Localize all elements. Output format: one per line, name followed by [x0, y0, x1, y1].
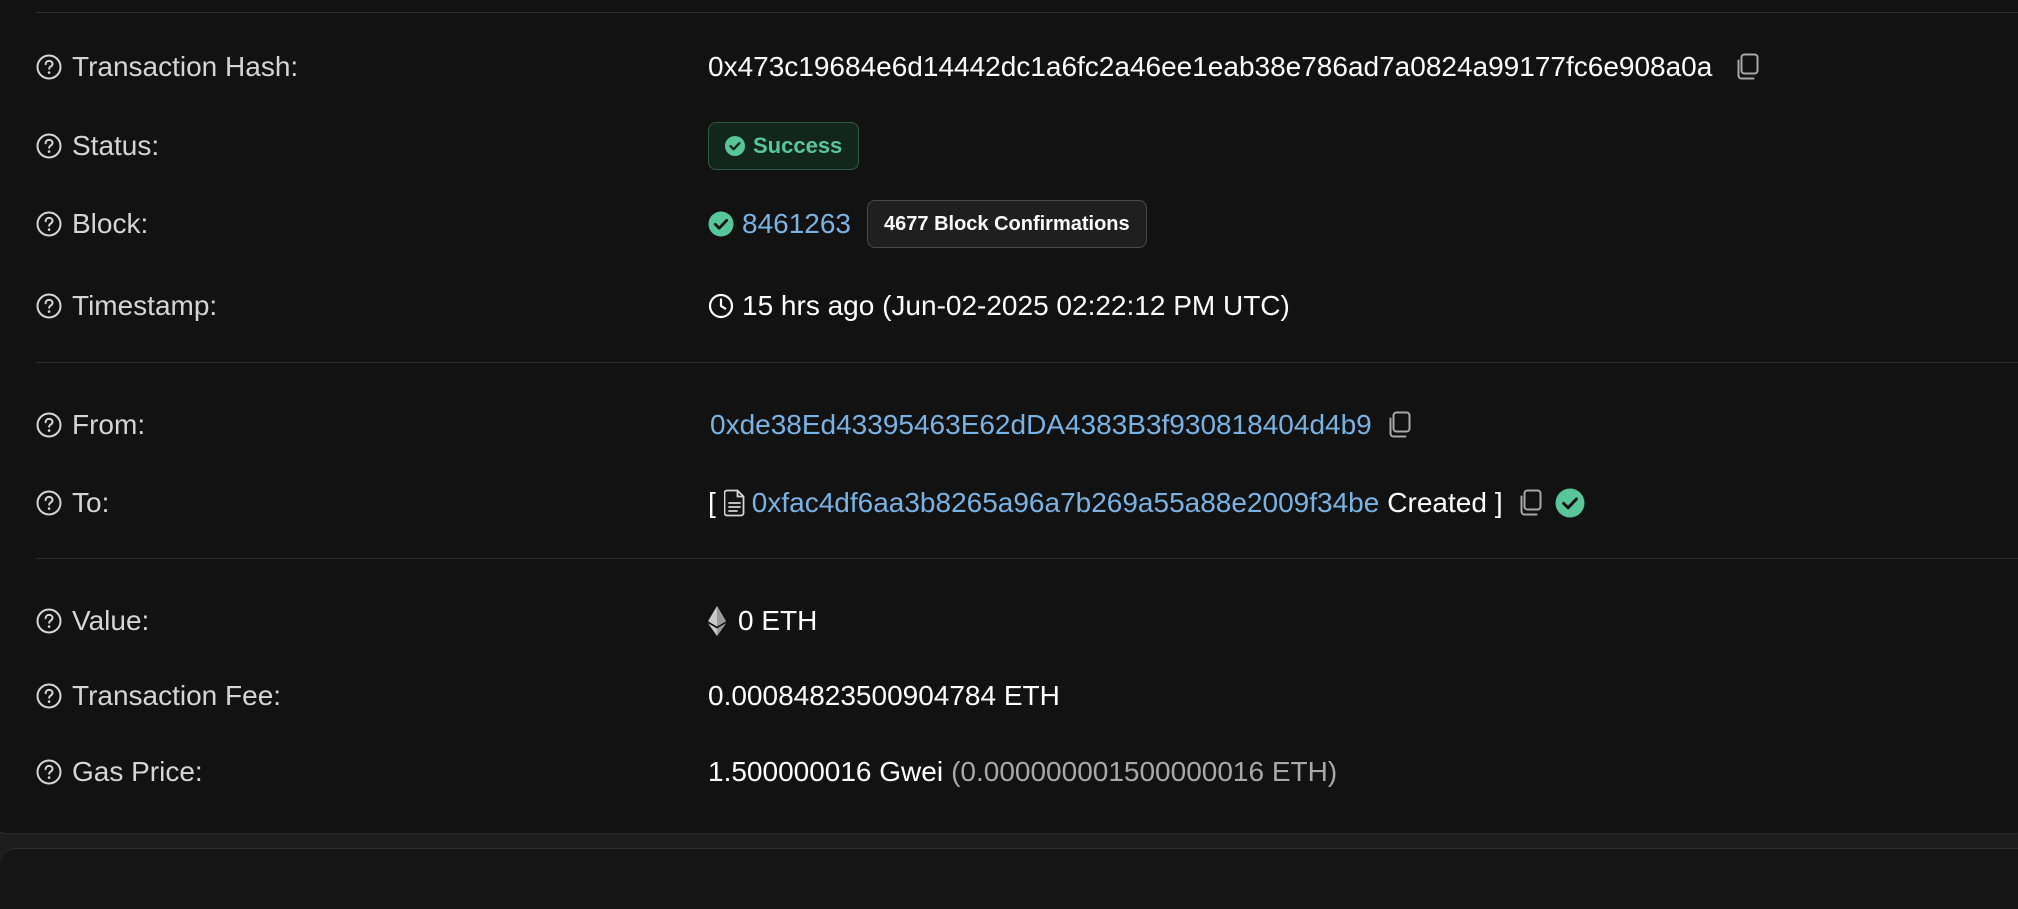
ethereum-icon — [708, 606, 726, 636]
label-text: Timestamp: — [72, 290, 218, 321]
block-number-link[interactable]: 8461263 — [742, 208, 851, 240]
row-status: Status: Success — [0, 121, 2018, 171]
divider-top — [36, 12, 2018, 13]
copy-icon[interactable] — [1734, 53, 1760, 81]
value-status: Success — [708, 122, 860, 170]
row-value: Value: 0 ETH — [0, 596, 2018, 646]
divider-after-to — [36, 558, 2018, 559]
row-block: Block: 8461263 4677 Block Confirmations — [0, 199, 2018, 249]
label-text: Status: — [72, 130, 160, 161]
check-circle-icon — [708, 211, 734, 237]
divider-after-timestamp — [36, 362, 2018, 363]
label-timestamp: Timestamp: — [36, 290, 217, 322]
from-address-link[interactable]: 0xde38Ed43395463E62dDA4383B3f930818404d4… — [710, 409, 1372, 441]
question-circle-icon[interactable] — [36, 608, 62, 634]
open-bracket: [ — [708, 487, 716, 518]
gas-gwei-text: 1.500000016 Gwei — [708, 756, 944, 787]
fee-text: 0.00084823500904784 ETH — [708, 680, 1060, 711]
row-to: To: [ 0xfac4df6aa3b8265a96a7b269a55a88e2… — [0, 478, 2018, 528]
row-from: From: 0xde38Ed43395463E62dDA4383B3f93081… — [0, 400, 2018, 450]
label-text: To: — [72, 487, 110, 518]
label-block: Block: — [36, 208, 148, 240]
label-text: Block: — [72, 208, 149, 239]
question-circle-icon[interactable] — [36, 412, 62, 438]
next-section-card — [0, 848, 2018, 909]
close-bracket: ] — [1494, 487, 1503, 518]
to-contract-address-link[interactable]: 0xfac4df6aa3b8265a96a7b269a55a88e2009f34… — [752, 487, 1380, 519]
transaction-hash-text: 0x473c19684e6d14442dc1a6fc2a46ee1eab38e7… — [708, 51, 1713, 82]
row-transaction-fee: Transaction Fee: 0.00084823500904784 ETH — [0, 671, 2018, 721]
value-text: 0 ETH — [738, 605, 818, 636]
question-circle-icon[interactable] — [36, 133, 62, 159]
label-transaction-fee: Transaction Fee: — [36, 680, 281, 712]
label-from: From: — [36, 409, 145, 441]
value-transaction-fee: 0.00084823500904784 ETH — [708, 680, 1060, 712]
timestamp-text: 15 hrs ago (Jun-02-2025 02:22:12 PM UTC) — [742, 290, 1290, 321]
label-value: Value: — [36, 605, 149, 637]
copy-icon[interactable] — [1386, 411, 1412, 439]
label-to: To: — [36, 487, 109, 519]
label-text: Transaction Fee: — [72, 680, 282, 711]
question-circle-icon[interactable] — [36, 211, 62, 237]
label-text: Transaction Hash: — [72, 51, 299, 82]
status-badge: Success — [708, 122, 860, 170]
label-transaction-hash: Transaction Hash: — [36, 51, 298, 83]
label-gas-price: Gas Price: — [36, 756, 203, 788]
gas-eth-text: (0.000000001500000016 ETH) — [951, 756, 1338, 787]
question-circle-icon[interactable] — [36, 683, 62, 709]
created-text: Created — [1387, 487, 1487, 518]
value-block: 8461263 4677 Block Confirmations — [708, 200, 1147, 248]
value-gas-price: 1.500000016 Gwei (0.000000001500000016 E… — [708, 756, 1337, 788]
value-to: [ 0xfac4df6aa3b8265a96a7b269a55a88e2009f… — [708, 487, 1585, 519]
clock-icon — [708, 293, 734, 319]
value-transaction-hash: 0x473c19684e6d14442dc1a6fc2a46ee1eab38e7… — [708, 51, 1760, 83]
question-circle-icon[interactable] — [36, 490, 62, 516]
value-timestamp: 15 hrs ago (Jun-02-2025 02:22:12 PM UTC) — [708, 290, 1290, 322]
copy-icon[interactable] — [1517, 489, 1543, 517]
question-circle-icon[interactable] — [36, 293, 62, 319]
label-text: Gas Price: — [72, 756, 203, 787]
label-text: From: — [72, 409, 146, 440]
row-gas-price: Gas Price: 1.500000016 Gwei (0.000000001… — [0, 747, 2018, 797]
row-transaction-hash: Transaction Hash: 0x473c19684e6d14442dc1… — [0, 42, 2018, 92]
label-text: Value: — [72, 605, 150, 636]
row-timestamp: Timestamp: 15 hrs ago (Jun-02-2025 02:22… — [0, 281, 2018, 331]
value-amount: 0 ETH — [708, 605, 817, 637]
label-status: Status: — [36, 130, 159, 162]
question-circle-icon[interactable] — [36, 54, 62, 80]
check-circle-icon — [725, 136, 745, 156]
value-from: 0xde38Ed43395463E62dDA4383B3f930818404d4… — [710, 409, 1412, 441]
question-circle-icon[interactable] — [36, 759, 62, 785]
verified-check-icon — [1555, 488, 1585, 518]
status-text: Success — [753, 133, 843, 158]
block-confirmations-badge: 4677 Block Confirmations — [867, 200, 1147, 248]
file-document-icon — [723, 489, 745, 517]
